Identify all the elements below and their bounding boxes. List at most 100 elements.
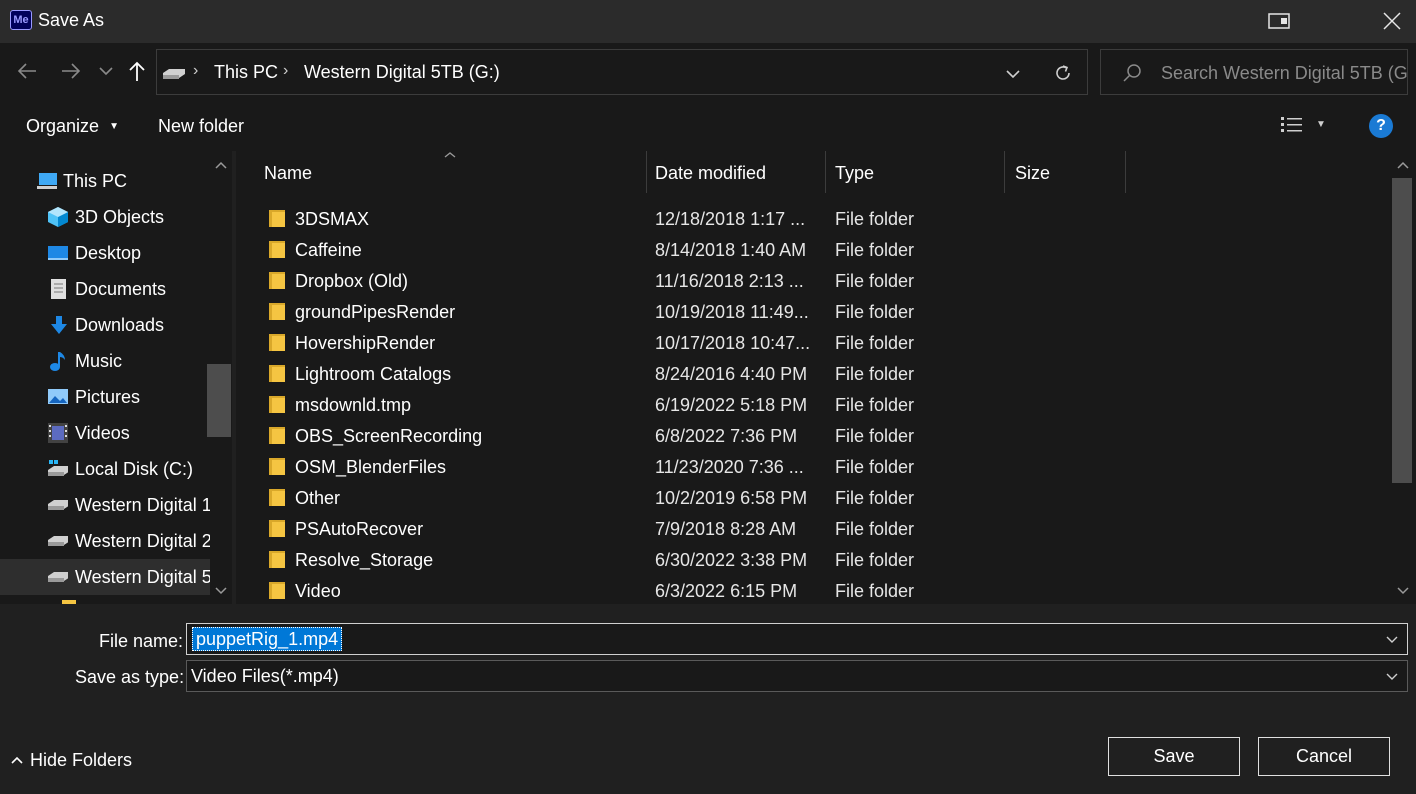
column-header-size[interactable]: Size: [1015, 163, 1050, 184]
sidebar-item-music[interactable]: Music: [0, 343, 210, 379]
table-row[interactable]: Video 6/3/2022 6:15 PM File folder: [236, 575, 1386, 604]
organize-button[interactable]: Organize ▼: [26, 116, 119, 137]
3d-objects-icon: [48, 207, 68, 227]
back-button[interactable]: [12, 56, 42, 86]
file-name-cell: msdownld.tmp: [295, 395, 412, 415]
save-as-type-select[interactable]: Video Files(*.mp4): [186, 660, 1408, 692]
videos-icon: [48, 423, 68, 443]
recent-locations-button[interactable]: [92, 56, 120, 86]
file-name-input[interactable]: puppetRig_1.mp4: [186, 623, 1408, 655]
column-divider[interactable]: [1125, 151, 1126, 193]
refresh-icon[interactable]: [1053, 63, 1073, 83]
table-row[interactable]: OBS_ScreenRecording 6/8/2022 7:36 PM File …: [236, 420, 1386, 451]
table-row[interactable]: msdownld.tmp 6/19/2022 5:18 PM File folder: [236, 389, 1386, 420]
title-bar: Me Save As: [0, 0, 1416, 43]
table-row[interactable]: HovershipRender 10/17/2018 10:47... File f…: [236, 327, 1386, 358]
type-cell: File folder: [835, 333, 915, 353]
file-list-scrollbar-thumb[interactable]: [1392, 178, 1412, 483]
folder-icon: [269, 458, 285, 475]
chevron-down-icon[interactable]: [1385, 632, 1399, 646]
sidebar-item-western-digital-5[interactable]: Western Digital 5: [0, 559, 212, 595]
file-name-value[interactable]: puppetRig_1.mp4: [192, 627, 343, 651]
save-as-type-value: Video Files(*.mp4): [191, 666, 339, 686]
type-cell: File folder: [835, 488, 915, 508]
date-modified-cell: 10/19/2018 11:49...: [655, 302, 809, 322]
file-name-cell: Other: [295, 488, 341, 508]
table-row[interactable]: Resolve_Storage 6/30/2022 3:38 PM File fol…: [236, 544, 1386, 575]
sidebar-item-western-digital-2[interactable]: Western Digital 2: [0, 523, 212, 559]
up-button[interactable]: [122, 56, 152, 86]
snap-layout-button[interactable]: [1262, 5, 1298, 37]
hide-folders-button[interactable]: Hide Folders: [10, 750, 132, 771]
sidebar-item-label: Music: [75, 351, 123, 371]
folder-icon: [269, 520, 285, 537]
scroll-down-icon[interactable]: [214, 585, 228, 597]
breadcrumb-this-pc[interactable]: This PC: [214, 62, 278, 83]
view-options-button[interactable]: [1280, 115, 1304, 142]
scroll-down-icon[interactable]: [1396, 585, 1410, 597]
cancel-button[interactable]: Cancel: [1258, 737, 1390, 776]
column-divider[interactable]: [646, 151, 647, 193]
sidebar-item-label: Local Disk (C:): [75, 459, 194, 479]
sidebar-item-3d-objects[interactable]: 3D Objects: [0, 199, 210, 235]
new-folder-button[interactable]: New folder: [158, 116, 244, 137]
date-modified-cell: 7/9/2018 8:28 AM: [655, 519, 797, 539]
desktop-icon: [48, 246, 68, 260]
type-cell: File folder: [835, 240, 915, 260]
folder-icon: [269, 303, 285, 320]
local-disk-icon: [48, 460, 68, 476]
drive-icon: [48, 500, 68, 510]
sidebar-item-downloads[interactable]: Downloads: [0, 307, 210, 343]
column-divider[interactable]: [825, 151, 826, 193]
sidebar-item-videos[interactable]: Videos: [0, 415, 210, 451]
search-input[interactable]: Search Western Digital 5TB (G:): [1161, 63, 1407, 84]
scroll-up-icon[interactable]: [214, 159, 228, 171]
table-row[interactable]: Other 10/2/2019 6:58 PM File folder: [236, 482, 1386, 513]
folder-icon: [269, 489, 285, 506]
table-row[interactable]: Dropbox (Old) 11/16/2018 2:13 ... File fol…: [236, 265, 1386, 296]
column-header-type[interactable]: Type: [835, 163, 874, 184]
sidebar-item-label: Western Digital 5: [75, 567, 212, 587]
date-modified-cell: 12/18/2018 1:17 ...: [655, 209, 806, 229]
drive-icon: [48, 536, 68, 546]
chevron-down-icon[interactable]: [1385, 669, 1399, 683]
type-cell: File folder: [835, 519, 915, 539]
view-dropdown-icon[interactable]: ▼: [1316, 119, 1326, 130]
sidebar-item-local-disk[interactable]: Local Disk (C:): [0, 451, 210, 487]
table-row[interactable]: Lightroom Catalogs 8/24/2016 4:40 PM File …: [236, 358, 1386, 389]
chevron-up-icon: [11, 756, 23, 764]
scroll-up-icon[interactable]: [1396, 159, 1410, 171]
help-icon[interactable]: ?: [1369, 114, 1393, 138]
search-icon: [1123, 64, 1141, 82]
close-button[interactable]: [1374, 5, 1410, 37]
forward-button[interactable]: [56, 56, 86, 86]
sidebar-item-documents[interactable]: Documents: [0, 271, 210, 307]
table-row[interactable]: Caffeine 8/14/2018 1:40 AM File folder: [236, 234, 1386, 265]
folder-icon: [269, 334, 285, 351]
type-cell: File folder: [835, 581, 915, 601]
sort-ascending-icon: [444, 152, 456, 158]
table-row[interactable]: groundPipesRender 10/19/2018 11:49... File…: [236, 296, 1386, 327]
type-cell: File folder: [835, 457, 915, 477]
address-bar[interactable]: › This PC › Western Digital 5TB (G:): [156, 49, 1088, 95]
column-header-name[interactable]: Name: [264, 163, 312, 184]
sidebar-item-pictures[interactable]: Pictures: [0, 379, 210, 415]
sidebar-item-this-pc[interactable]: This PC: [0, 163, 210, 199]
sidebar-scrollbar-thumb[interactable]: [207, 364, 231, 437]
caret-down-icon: ▼: [109, 121, 119, 132]
address-dropdown-icon[interactable]: [1005, 66, 1021, 82]
column-header-date-modified[interactable]: Date modified: [655, 163, 766, 184]
table-row[interactable]: 3DSMAX 12/18/2018 1:17 ... File folder: [236, 203, 1386, 234]
sidebar-item-label: Downloads: [75, 315, 165, 335]
breadcrumb-current-drive[interactable]: Western Digital 5TB (G:): [304, 62, 500, 83]
file-name-cell: Dropbox (Old): [295, 271, 409, 291]
type-cell: File folder: [835, 271, 915, 291]
sidebar-item-western-digital-1[interactable]: Western Digital 1: [0, 487, 212, 523]
column-divider[interactable]: [1004, 151, 1005, 193]
table-row[interactable]: OSM_BlenderFiles 11/23/2020 7:36 ... File …: [236, 451, 1386, 482]
save-button[interactable]: Save: [1108, 737, 1240, 776]
sidebar-item-desktop[interactable]: Desktop: [0, 235, 210, 271]
table-row[interactable]: PSAutoRecover 7/9/2018 8:28 AM File folder: [236, 513, 1386, 544]
search-box[interactable]: Search Western Digital 5TB (G:): [1100, 49, 1408, 95]
folder-icon: [269, 365, 285, 382]
